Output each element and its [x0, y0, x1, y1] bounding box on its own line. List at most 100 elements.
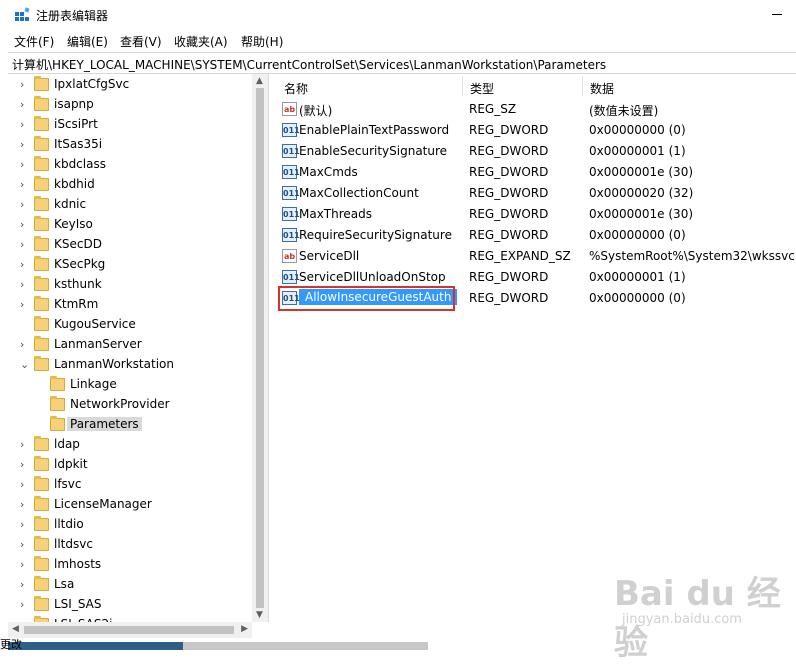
expand-arrow-icon[interactable]: › [20, 279, 30, 291]
tree-item[interactable]: › IpxlatCfgSvc [8, 75, 248, 95]
tree-item[interactable]: Linkage [8, 375, 248, 395]
tree-item[interactable]: › KSecPkg [8, 255, 248, 275]
tree-item-label: Linkage [70, 377, 117, 391]
tree-item[interactable]: NetworkProvider [8, 395, 248, 415]
menu-view[interactable]: 查看(V) [120, 33, 162, 50]
scroll-right-icon[interactable]: ▶ [241, 624, 248, 634]
value-row[interactable]: 011 ServiceDllUnloadOnStop REG_DWORD 0x0000… [276, 267, 796, 288]
value-row[interactable]: 011 EnableSecuritySignature REG_DWORD 0x000… [276, 141, 796, 162]
value-name: EnablePlainTextPassword [299, 123, 450, 137]
tree-vertical-scrollbar[interactable]: ▲ ▼ [252, 74, 268, 622]
address-path: 计算机\HKEY_LOCAL_MACHINE\SYSTEM\CurrentCon… [12, 58, 607, 72]
tree-item[interactable]: › ldap [8, 435, 248, 455]
value-row[interactable]: 011 MaxCmds REG_DWORD 0x0000001e (30) [276, 162, 796, 183]
tree-item[interactable]: › ksthunk [8, 275, 248, 295]
tree-hscroll-thumb[interactable] [24, 626, 234, 634]
scroll-down-icon[interactable]: ▼ [256, 610, 263, 620]
menu-help[interactable]: 帮助(H) [241, 33, 283, 50]
tree-item[interactable]: › KSecDD [8, 235, 248, 255]
tree-item-label: ItSas35i [54, 137, 103, 151]
tree-scroll-thumb[interactable] [256, 88, 264, 608]
tree-item[interactable]: ⌄ LanmanWorkstation [8, 355, 248, 375]
expand-arrow-icon[interactable]: › [20, 179, 30, 191]
column-header-type[interactable]: 类型 [462, 74, 582, 98]
tree-item-label: IpxlatCfgSvc [54, 77, 130, 91]
value-row[interactable]: 011 EnablePlainTextPassword REG_DWORD 0x000… [276, 120, 796, 141]
expand-arrow-icon[interactable]: › [20, 559, 30, 571]
expand-arrow-icon[interactable]: › [20, 579, 30, 591]
tree-item[interactable]: › LSI_SAS [8, 595, 248, 615]
value-row[interactable]: ab ServiceDll REG_EXPAND_SZ %SystemRoot%\Sy… [276, 246, 796, 267]
column-header-data[interactable]: 数据 [582, 74, 782, 98]
column-header-name[interactable]: 名称 [276, 74, 462, 98]
value-row[interactable]: 011 RequireSecuritySignature REG_DWORD 0x00… [276, 225, 796, 246]
expand-arrow-icon[interactable]: › [20, 219, 30, 231]
expand-arrow-icon[interactable]: › [20, 479, 30, 491]
scroll-left-icon[interactable]: ◀ [12, 624, 19, 634]
tree-item[interactable]: › lmhosts [8, 555, 248, 575]
scroll-up-icon[interactable]: ▲ [256, 76, 263, 86]
expand-arrow-icon[interactable]: › [20, 459, 30, 471]
tree-item[interactable]: › lfsvc [8, 475, 248, 495]
value-row[interactable]: 011 MaxCollectionCount REG_DWORD 0x00000020… [276, 183, 796, 204]
value-type: REG_DWORD [469, 144, 549, 158]
expand-arrow-icon[interactable]: › [20, 139, 30, 151]
folder-icon [34, 356, 49, 371]
expand-arrow-icon[interactable]: › [20, 299, 30, 311]
expand-arrow-icon[interactable]: › [20, 499, 30, 511]
value-type: REG_DWORD [469, 123, 549, 137]
tree-item[interactable]: › ldpkit [8, 455, 248, 475]
menu-edit[interactable]: 编辑(E) [67, 33, 108, 50]
folder-icon [34, 96, 49, 111]
tree-item[interactable]: › LicenseManager [8, 495, 248, 515]
tree-item[interactable]: KugouService [8, 315, 248, 335]
tree-horizontal-scrollbar[interactable]: ◀ ▶ [8, 622, 252, 638]
tree-item[interactable]: › LanmanServer [8, 335, 248, 355]
expand-arrow-icon[interactable]: › [20, 239, 30, 251]
expand-arrow-icon[interactable]: › [20, 339, 30, 351]
folder-icon [34, 256, 49, 271]
tree-item[interactable]: › kbdhid [8, 175, 248, 195]
expand-arrow-icon[interactable]: › [20, 439, 30, 451]
baidu-watermark: Bai du 经验 jingyan.baidu.com [614, 566, 784, 663]
tree-item[interactable]: › Lsa [8, 575, 248, 595]
tree-item[interactable]: › KtmRm [8, 295, 248, 315]
expand-arrow-icon[interactable]: › [20, 159, 30, 171]
tree-item[interactable]: › iScsiPrt [8, 115, 248, 135]
expand-arrow-icon[interactable]: › [20, 539, 30, 551]
taskbar-fragment [8, 642, 183, 650]
tree-item[interactable]: ›LSI_SAS2i [8, 615, 248, 622]
tree-item[interactable]: › kdnic [8, 195, 248, 215]
tree-item-label: KSecPkg [54, 257, 106, 271]
value-row[interactable]: ab (默认) REG_SZ (数值未设置) [276, 99, 796, 120]
expand-arrow-icon[interactable]: › [20, 259, 30, 271]
expand-arrow-icon[interactable]: › [20, 199, 30, 211]
value-row[interactable]: 011 MaxThreads REG_DWORD 0x0000001e (30) [276, 204, 796, 225]
string-value-icon: ab [282, 102, 297, 116]
tree-item[interactable]: › ItSas35i [8, 135, 248, 155]
expand-arrow-icon[interactable]: › [20, 519, 30, 531]
expand-arrow-icon[interactable]: › [20, 119, 30, 131]
menu-favorites[interactable]: 收藏夹(A) [174, 33, 228, 50]
tree-item[interactable]: › lltdio [8, 515, 248, 535]
binary-value-icon: 011 [282, 144, 300, 158]
tree-item[interactable]: › kbdclass [8, 155, 248, 175]
tree-item-label: lltdsvc [54, 537, 93, 551]
tree-item[interactable]: › lltdsvc [8, 535, 248, 555]
tree-item[interactable]: › isapnp [8, 95, 248, 115]
minimize-button[interactable] [772, 14, 782, 15]
folder-icon [34, 576, 49, 591]
expand-arrow-icon[interactable]: › [20, 599, 30, 611]
tree-item-label: ldpkit [54, 457, 88, 471]
folder-icon [34, 276, 49, 291]
value-type: REG_EXPAND_SZ [469, 249, 571, 263]
tree-item-label: kdnic [54, 197, 87, 211]
expand-arrow-icon[interactable]: › [20, 99, 30, 111]
window-title: 注册表编辑器 [36, 9, 109, 23]
tree-item[interactable]: Parameters [8, 415, 248, 435]
tree-item[interactable]: › KeyIso [8, 215, 248, 235]
menu-file[interactable]: 文件(F) [14, 33, 54, 50]
address-bar[interactable]: 计算机\HKEY_LOCAL_MACHINE\SYSTEM\CurrentCon… [8, 52, 796, 74]
expand-arrow-icon[interactable]: › [20, 79, 30, 91]
expanded-arrow-icon[interactable]: ⌄ [20, 359, 30, 371]
